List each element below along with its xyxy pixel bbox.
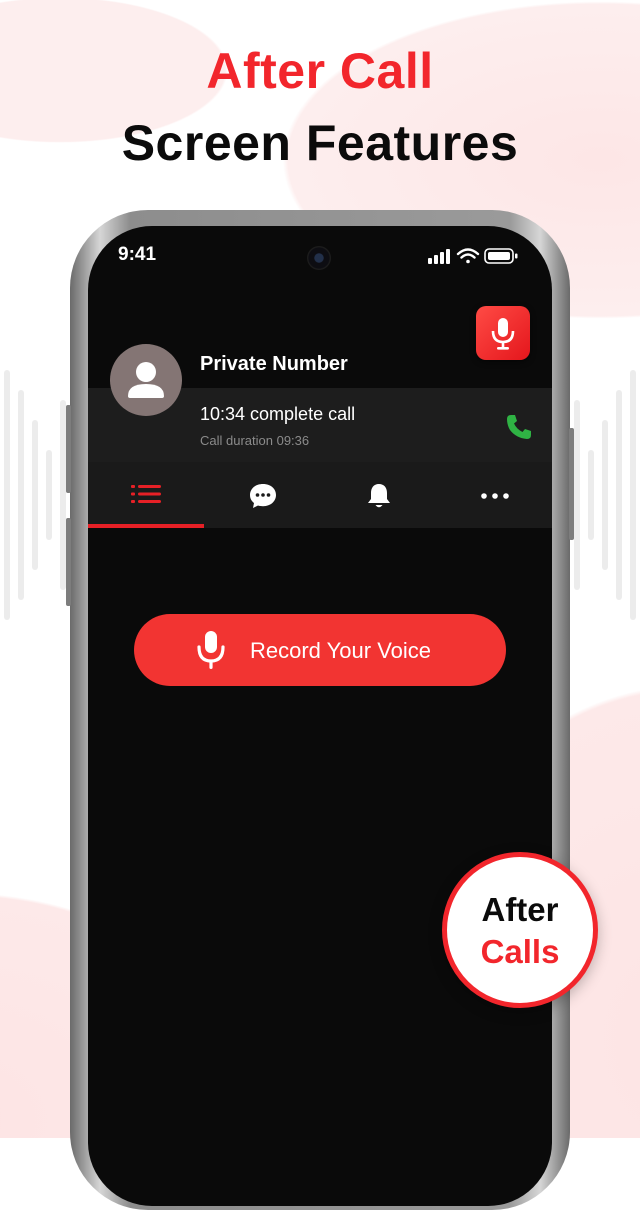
tab-reminders[interactable] <box>320 462 436 528</box>
headline-title: After Call <box>206 43 434 99</box>
front-camera <box>307 246 331 270</box>
active-tab-indicator <box>88 524 204 528</box>
wifi-icon <box>456 248 480 264</box>
caller-name: Private Number <box>200 353 348 375</box>
chat-bubble-icon <box>250 484 276 508</box>
status-icons <box>428 248 518 264</box>
badge-line-1: After <box>481 891 559 928</box>
status-time: 9:41 <box>118 244 157 265</box>
phone-side-button <box>66 518 71 606</box>
phone-power-button <box>569 428 574 540</box>
list-icon <box>131 485 161 503</box>
call-recorder-app-icon[interactable] <box>476 306 530 360</box>
phone-screen: 9:41 Private Number 10:34 complete call … <box>88 226 552 1206</box>
badge-line-2: Calls <box>480 933 560 970</box>
tab-more[interactable] <box>436 462 552 528</box>
phone-side-button <box>66 405 71 493</box>
microphone-icon <box>491 318 515 350</box>
battery-icon <box>484 248 518 264</box>
after-calls-badge: After Calls <box>442 852 598 1008</box>
bell-icon <box>368 484 390 508</box>
microphone-icon <box>197 631 225 669</box>
tab-list[interactable] <box>88 462 204 528</box>
phone-call-icon[interactable] <box>504 412 534 442</box>
record-voice-label: Record Your Voice <box>250 638 432 663</box>
signal-icon <box>428 249 450 264</box>
more-dots-icon <box>481 493 509 499</box>
headline-subtitle: Screen Features <box>121 115 519 171</box>
tab-bar <box>88 462 552 528</box>
person-icon <box>128 362 164 398</box>
record-voice-button[interactable]: Record Your Voice <box>134 614 506 686</box>
tab-messages[interactable] <box>204 462 320 528</box>
call-duration: Call duration 09:36 <box>200 433 310 448</box>
avatar[interactable] <box>110 344 182 416</box>
call-summary: 10:34 complete call <box>200 404 356 424</box>
